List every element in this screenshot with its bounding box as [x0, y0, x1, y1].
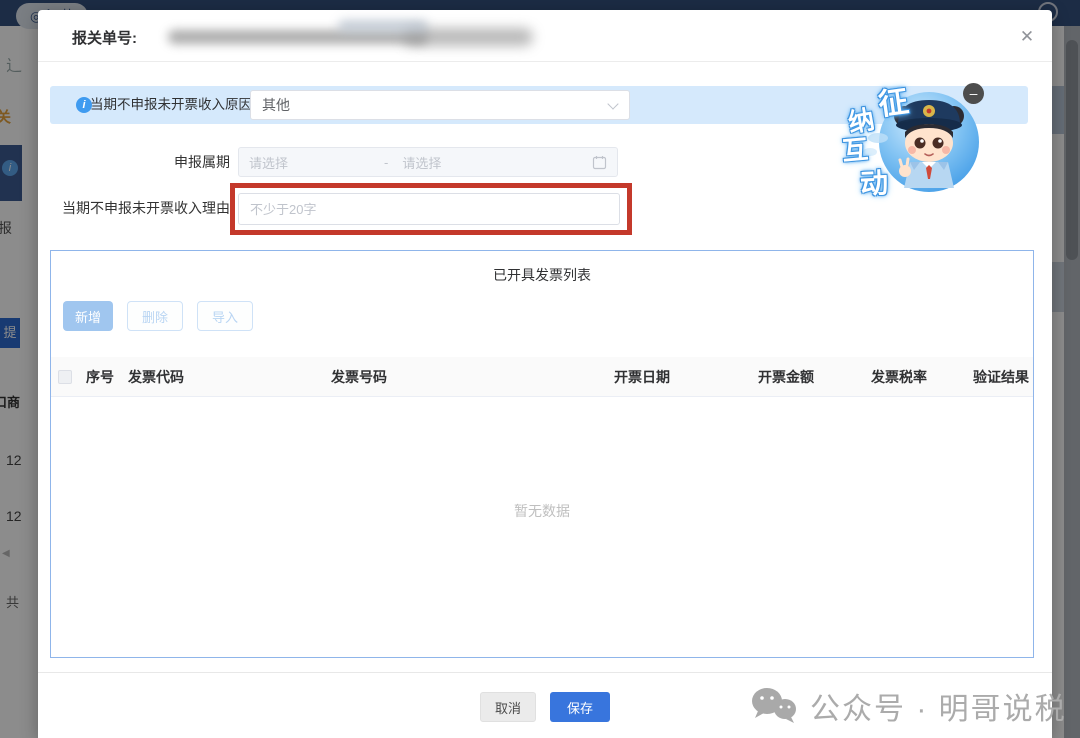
invoice-panel: 已开具发票列表 新增 删除 导入 序号 发票代码 发票号码 开票日期 开票金额 …: [50, 250, 1034, 658]
watermark: 公众号 · 明哥说税: [748, 684, 1067, 728]
footer-divider: [38, 672, 1052, 673]
invoice-table-header: 序号 发票代码 发票号码 开票日期 开票金额 发票税率 验证结果: [51, 357, 1033, 397]
period-end-placeholder: 请选择: [402, 153, 441, 172]
period-start-placeholder: 请选择: [249, 153, 288, 172]
cancel-button[interactable]: 取消: [480, 692, 536, 722]
reason-select-label: 当期不申报未开票收入原因: [90, 86, 242, 124]
mascot-char: 征: [875, 76, 911, 124]
invoice-panel-title: 已开具发票列表: [51, 265, 1033, 285]
collapse-mascot-button[interactable]: –: [963, 83, 984, 104]
mascot-char: 动: [859, 161, 889, 202]
period-label: 申报属期: [58, 147, 230, 177]
save-button[interactable]: 保存: [550, 692, 610, 722]
wechat-icon: [748, 685, 800, 727]
empty-state-text: 暂无数据: [51, 501, 1033, 521]
period-separator: -: [384, 155, 388, 170]
invoice-toolbar: 新增 删除 导入: [63, 301, 253, 331]
reason-select-value: 其他: [262, 91, 290, 119]
column-header: 开票金额: [684, 367, 826, 387]
calendar-icon: [592, 155, 607, 170]
reason-input[interactable]: [238, 193, 620, 225]
import-button[interactable]: 导入: [197, 301, 253, 331]
delete-button[interactable]: 删除: [127, 301, 183, 331]
reason-input-label: 当期不申报未开票收入理由: [58, 193, 230, 223]
select-all-checkbox[interactable]: [58, 370, 72, 384]
screen: ◎ 江苏 辶 关 i 报 提 口商 12 12 ◀ 共 报关单号: ✕ i 当期…: [0, 0, 1080, 738]
period-range-picker[interactable]: 请选择 - 请选择: [238, 147, 618, 177]
watermark-text: 公众号 · 明哥说税: [810, 684, 1067, 728]
column-header: 发票税率: [826, 367, 935, 387]
close-icon[interactable]: ✕: [1014, 24, 1040, 50]
dialog-title: 报关单号:: [72, 27, 137, 48]
add-button[interactable]: 新增: [63, 301, 113, 331]
column-header: 发票号码: [331, 367, 551, 387]
chevron-down-icon: [607, 98, 618, 109]
column-header: 序号: [86, 367, 128, 387]
column-header: 验证结果: [935, 367, 1033, 387]
column-header: 发票代码: [128, 367, 331, 387]
redacted-declaration-number: [168, 18, 528, 58]
dialog-header: 报关单号: ✕: [38, 10, 1052, 62]
column-header: 开票日期: [551, 367, 684, 387]
reason-select[interactable]: 其他: [250, 90, 630, 120]
